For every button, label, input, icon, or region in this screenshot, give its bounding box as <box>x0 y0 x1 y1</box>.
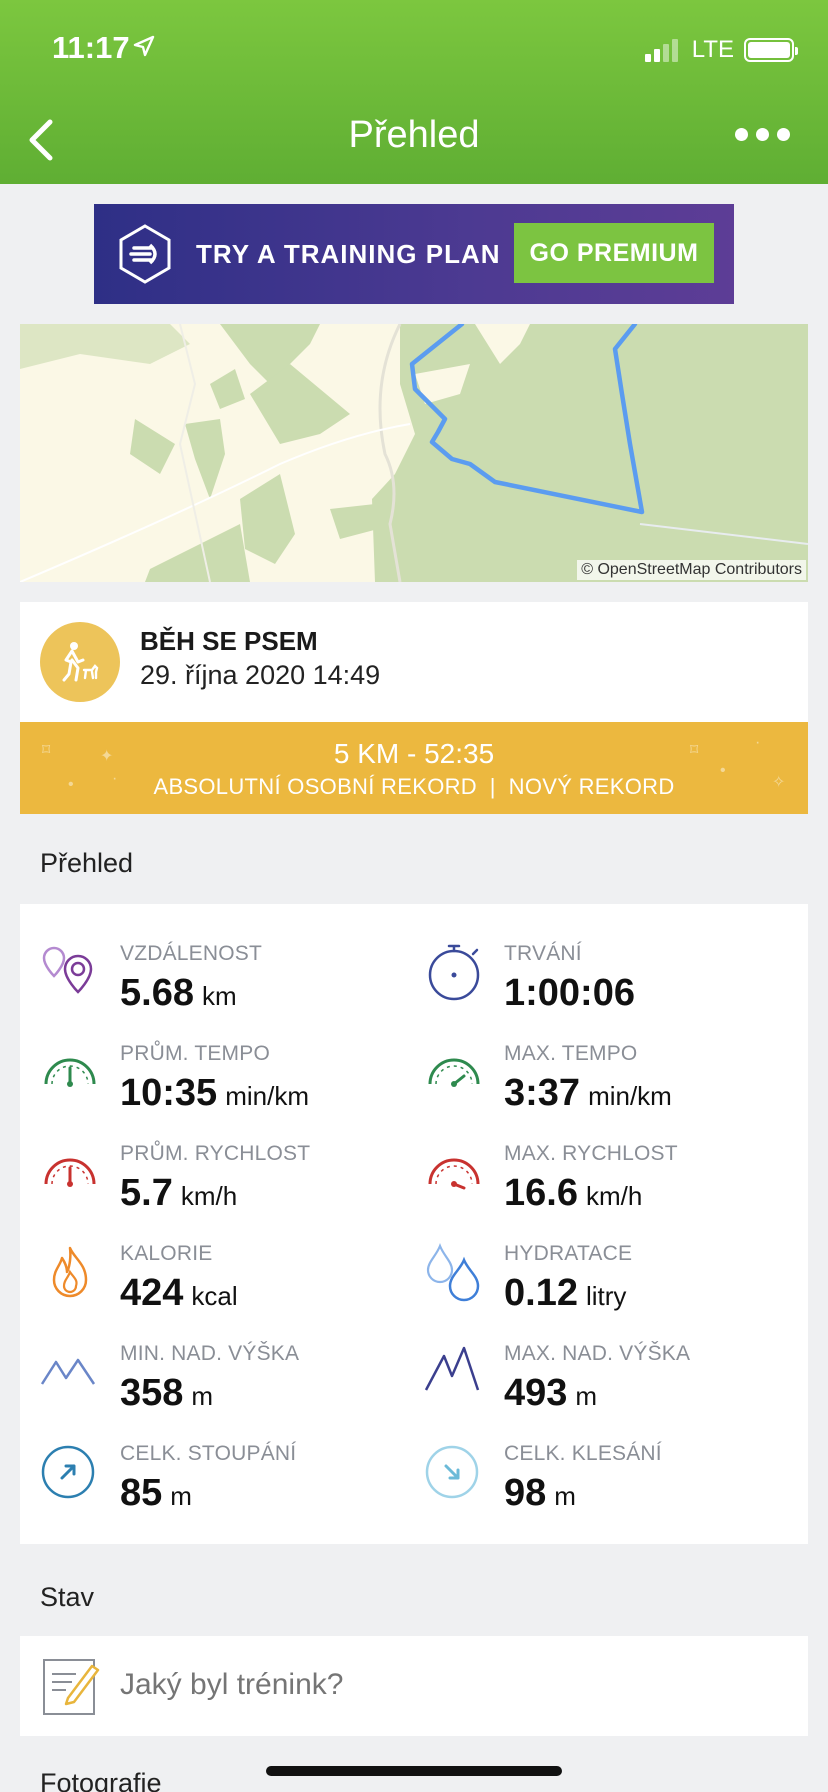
signal-icon <box>644 38 678 62</box>
stat-label: MIN. NAD. VÝŠKA <box>120 1342 300 1365</box>
status-time: 11:17 <box>52 30 130 65</box>
ascent-arrow-icon <box>41 1445 95 1499</box>
stat-label: KALORIE <box>120 1242 213 1265</box>
stats-card: VZDÁLENOST 5.68 km TRVÁNÍ 1:00:06 PRŮM. T… <box>20 904 808 1544</box>
water-drops-icon <box>426 1243 480 1302</box>
stat-unit: km/h <box>585 1181 643 1211</box>
stat-value: 358 <box>120 1372 184 1414</box>
sparkle-icon: ⌑ <box>690 742 699 759</box>
location-pins-icon <box>42 946 93 994</box>
training-note-card[interactable] <box>20 1636 808 1736</box>
sparkle-icon: • <box>68 776 74 793</box>
stat-value: 0.12 <box>504 1272 578 1314</box>
stat-value: 3:37 <box>504 1072 581 1114</box>
stat-unit: km/h <box>180 1181 238 1211</box>
page-title: Přehled <box>348 114 480 156</box>
stat-unit: min/km <box>225 1081 309 1111</box>
navigation-header: 11:17 LTE Přehled <box>0 0 828 184</box>
status-indicators: LTE <box>644 36 798 64</box>
record-subtitle: ABSOLUTNÍ OSOBNÍ REKORD | NOVÝ REKORD <box>153 774 675 799</box>
stat-min-altitude: MIN. NAD. VÝŠKA 358 m <box>40 1342 410 1432</box>
stat-value: 1:00:06 <box>504 972 635 1014</box>
stat-unit: km <box>201 981 237 1011</box>
sparkle-icon: · <box>755 734 761 751</box>
status-section-title: Stav <box>40 1582 95 1612</box>
battery-icon <box>744 38 798 62</box>
hexagon-runner-icon <box>119 224 171 284</box>
stat-unit: m <box>554 1481 576 1511</box>
stat-label: TRVÁNÍ <box>504 942 582 965</box>
max-pace-gauge-icon <box>428 1058 480 1087</box>
stat-value: 10:35 <box>120 1072 218 1114</box>
activity-name: BĚH SE PSEM <box>140 626 318 656</box>
stat-max-pace: MAX. TEMPO 3:37 min/km <box>424 1042 794 1132</box>
sparkle-icon: ⌑ <box>42 742 51 759</box>
home-indicator <box>266 1766 562 1776</box>
stat-avg-pace: PRŮM. TEMPO 10:35 min/km <box>40 1042 410 1132</box>
go-premium-button[interactable]: GO PREMIUM <box>514 223 714 283</box>
stat-value: 424 <box>120 1272 184 1314</box>
pace-gauge-icon <box>44 1058 96 1087</box>
stat-value: 5.68 <box>120 972 194 1014</box>
stat-label: MAX. RYCHLOST <box>504 1142 678 1165</box>
stat-label: PRŮM. RYCHLOST <box>120 1142 311 1165</box>
stat-max-speed: MAX. RYCHLOST 16.6 km/h <box>424 1142 794 1232</box>
sparkle-icon: • <box>720 762 726 779</box>
record-banner: ⌑ ✦ • · ⌑ • · ✧ 5 KM - 52:35 ABSOLUTNÍ O… <box>20 722 808 814</box>
stat-unit: kcal <box>191 1281 238 1311</box>
stat-unit: litry <box>585 1281 627 1311</box>
stat-hydration: HYDRATACE 0.12 litry <box>424 1242 794 1332</box>
stat-value: 493 <box>504 1372 568 1414</box>
stat-unit: m <box>170 1481 192 1511</box>
training-note-input[interactable] <box>120 1668 780 1702</box>
stat-total-descent: CELK. KLESÁNÍ 98 m <box>424 1442 794 1532</box>
stat-label: CELK. STOUPÁNÍ <box>120 1442 297 1465</box>
speed-gauge-icon <box>44 1158 96 1187</box>
overview-section-title: Přehled <box>40 848 134 878</box>
descent-arrow-icon <box>425 1445 479 1499</box>
stat-label: MAX. TEMPO <box>504 1042 638 1065</box>
stat-label: PRŮM. TEMPO <box>120 1042 270 1065</box>
note-pencil-icon <box>43 1659 100 1715</box>
stopwatch-icon <box>428 944 480 1001</box>
stat-duration: TRVÁNÍ 1:00:06 <box>424 942 794 1032</box>
stat-total-ascent: CELK. STOUPÁNÍ 85 m <box>40 1442 410 1532</box>
banner-text: TRY A TRAINING PLAN <box>196 238 501 269</box>
premium-banner[interactable]: TRY A TRAINING PLAN GO PREMIUM <box>94 204 734 304</box>
location-arrow-icon <box>133 35 155 57</box>
mountain-max-icon <box>424 1346 480 1391</box>
more-options-button[interactable] <box>735 128 790 141</box>
runner-with-dog-icon <box>62 642 99 682</box>
sparkle-icon: ✧ <box>772 774 786 791</box>
stat-label: HYDRATACE <box>504 1242 633 1265</box>
map-attribution: © OpenStreetMap Contributors <box>577 560 806 580</box>
stat-value: 5.7 <box>120 1172 173 1214</box>
mountain-min-icon <box>40 1358 96 1385</box>
stat-value: 85 <box>120 1472 163 1514</box>
stat-unit: m <box>191 1381 214 1411</box>
activity-date: 29. října 2020 14:49 <box>140 660 381 690</box>
route-map[interactable]: © OpenStreetMap Contributors <box>20 324 808 582</box>
sparkle-icon: ✦ <box>100 748 114 765</box>
stat-value: 98 <box>504 1472 547 1514</box>
stat-calories: KALORIE 424 kcal <box>40 1242 410 1332</box>
sport-icon <box>40 622 120 702</box>
activity-card: BĚH SE PSEM 29. října 2020 14:49 ⌑ ✦ • ·… <box>20 602 808 814</box>
stat-unit: m <box>575 1381 598 1411</box>
stat-max-altitude: MAX. NAD. VÝŠKA 493 m <box>424 1342 794 1432</box>
stat-label: CELK. KLESÁNÍ <box>504 1442 662 1465</box>
network-label: LTE <box>691 36 734 63</box>
stat-unit: min/km <box>588 1081 672 1111</box>
stat-value: 16.6 <box>504 1172 578 1214</box>
max-speed-gauge-icon <box>428 1158 480 1190</box>
photos-section-title: Fotografie <box>40 1768 162 1792</box>
map-canvas <box>20 324 808 582</box>
stat-label: VZDÁLENOST <box>120 942 263 965</box>
sparkle-icon: · <box>112 770 118 787</box>
stat-label: MAX. NAD. VÝŠKA <box>504 1342 691 1365</box>
flame-icon <box>52 1246 88 1298</box>
stat-distance: VZDÁLENOST 5.68 km <box>40 942 410 1032</box>
stat-avg-speed: PRŮM. RYCHLOST 5.7 km/h <box>40 1142 410 1232</box>
